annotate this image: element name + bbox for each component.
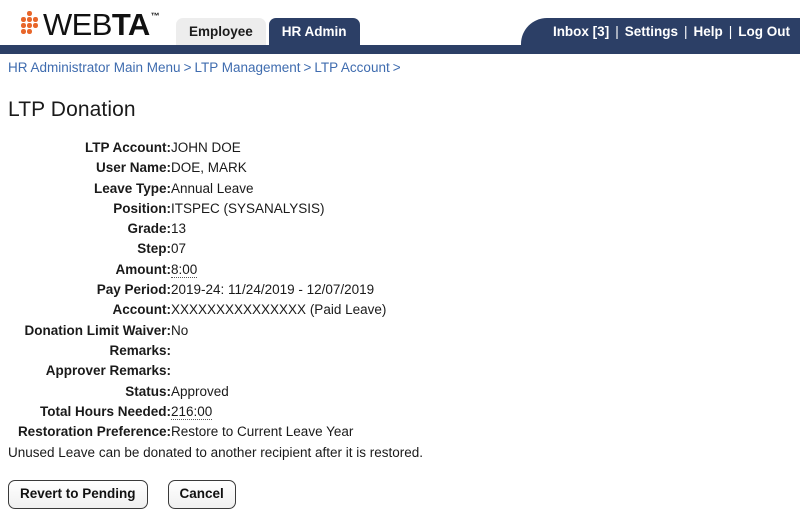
detail-value bbox=[171, 361, 386, 381]
detail-label: Grade: bbox=[127, 221, 171, 237]
detail-value-text: 07 bbox=[171, 241, 187, 257]
detail-label: Status: bbox=[125, 383, 171, 399]
table-row: Amount: 8:00 bbox=[8, 260, 386, 280]
nav-help-link[interactable]: Help bbox=[693, 24, 722, 39]
detail-value-text: No bbox=[171, 322, 189, 338]
detail-value: JOHN DOE bbox=[171, 138, 386, 158]
detail-value-text: 2019-24: 11/24/2019 - 12/07/2019 bbox=[171, 282, 375, 298]
detail-value: Restore to Current Leave Year bbox=[171, 422, 386, 442]
nav-separator: | bbox=[683, 24, 688, 39]
logo-wordmark: WEB TA ™ bbox=[43, 6, 160, 42]
breadcrumb-item-hr-administrator-main-menu[interactable]: HR Administrator Main Menu bbox=[8, 60, 181, 75]
table-row: Pay Period: 2019-24: 11/24/2019 - 12/07/… bbox=[8, 280, 386, 300]
detail-value bbox=[171, 341, 386, 361]
logo-text-web: WEB bbox=[43, 6, 112, 42]
table-row: Remarks: bbox=[8, 341, 386, 361]
page-title: LTP Donation bbox=[8, 98, 136, 121]
revert-to-pending-button[interactable]: Revert to Pending bbox=[8, 480, 148, 510]
restoration-note: Unused Leave can be donated to another r… bbox=[8, 445, 424, 461]
detail-value: 07 bbox=[171, 239, 386, 259]
detail-value-text: Approved bbox=[171, 383, 229, 399]
utility-nav: Inbox [3] | Settings | Help | Log Out bbox=[520, 18, 800, 45]
detail-value: ITSPEC (SYSANALYSIS) bbox=[171, 199, 386, 219]
main-content: LTP Donation LTP Account: JOHN DOE User … bbox=[0, 98, 800, 510]
detail-value-text: 216:00 bbox=[171, 403, 213, 420]
table-row: Leave Type: Annual Leave bbox=[8, 179, 386, 199]
logo-dots-icon bbox=[18, 11, 42, 37]
breadcrumb-separator: > bbox=[303, 60, 312, 75]
detail-label: Pay Period: bbox=[96, 282, 171, 298]
action-button-row: Revert to Pending Cancel bbox=[8, 480, 800, 510]
detail-value-text: XXXXXXXXXXXXXXX (Paid Leave) bbox=[171, 302, 387, 318]
detail-label: Donation Limit Waiver: bbox=[24, 322, 171, 338]
detail-value-text: ITSPEC (SYSANALYSIS) bbox=[171, 200, 325, 216]
breadcrumb: HR Administrator Main Menu > LTP Managemen… bbox=[0, 54, 800, 81]
detail-value: No bbox=[171, 321, 386, 341]
detail-value: 2019-24: 11/24/2019 - 12/07/2019 bbox=[171, 280, 386, 300]
table-row: Grade: 13 bbox=[8, 219, 386, 239]
nav-separator: | bbox=[615, 24, 619, 39]
detail-value: 8:00 bbox=[171, 260, 386, 280]
primary-tabs: Employee HR Admin bbox=[176, 18, 360, 45]
detail-label: Amount: bbox=[115, 261, 171, 277]
tab-employee[interactable]: Employee bbox=[176, 18, 266, 45]
webta-logo: WEB TA ™ bbox=[18, 4, 160, 44]
detail-value: DOE, MARK bbox=[171, 158, 386, 178]
nav-inbox-link[interactable]: Inbox [3] bbox=[553, 24, 609, 39]
cancel-button[interactable]: Cancel bbox=[167, 480, 236, 510]
breadcrumb-separator: > bbox=[183, 60, 192, 75]
detail-value-text: Annual Leave bbox=[171, 180, 254, 196]
table-row: Status: Approved bbox=[8, 382, 386, 402]
detail-value-text: DOE, MARK bbox=[171, 160, 247, 176]
ltp-donation-detail-table: LTP Account: JOHN DOE User Name: DOE, MA… bbox=[8, 138, 386, 442]
logo-trademark-icon: ™ bbox=[150, 10, 160, 21]
detail-label: Leave Type: bbox=[93, 180, 171, 196]
table-row: Donation Limit Waiver: No bbox=[8, 321, 386, 341]
breadcrumb-item-ltp-management[interactable]: LTP Management bbox=[194, 60, 300, 75]
detail-label: Account: bbox=[112, 302, 172, 318]
nav-logout-link[interactable]: Log Out bbox=[738, 24, 790, 39]
detail-label: Total Hours Needed: bbox=[39, 403, 171, 419]
detail-value: XXXXXXXXXXXXXXX (Paid Leave) bbox=[171, 300, 386, 320]
header-accent-bar bbox=[0, 45, 800, 54]
detail-label: Step: bbox=[137, 241, 171, 257]
table-row: LTP Account: JOHN DOE bbox=[8, 138, 386, 158]
detail-label: Remarks: bbox=[109, 342, 171, 358]
tab-hr-admin[interactable]: HR Admin bbox=[268, 18, 360, 45]
detail-label: User Name: bbox=[95, 160, 171, 176]
detail-value: 13 bbox=[171, 219, 386, 239]
table-row: Step: 07 bbox=[8, 239, 386, 259]
detail-label: LTP Account: bbox=[85, 140, 171, 155]
detail-value: Annual Leave bbox=[171, 179, 386, 199]
detail-label: Position: bbox=[113, 200, 171, 216]
table-row: Position: ITSPEC (SYSANALYSIS) bbox=[8, 199, 386, 219]
nav-separator: | bbox=[728, 24, 733, 39]
table-row: Total Hours Needed: 216:00 bbox=[8, 402, 386, 422]
breadcrumb-item-ltp-account[interactable]: LTP Account bbox=[314, 60, 389, 75]
table-row: Account: XXXXXXXXXXXXXXX (Paid Leave) bbox=[8, 300, 387, 320]
nav-settings-link[interactable]: Settings bbox=[625, 24, 678, 39]
table-row: User Name: DOE, MARK bbox=[8, 158, 386, 178]
detail-value-text: 13 bbox=[171, 221, 187, 237]
detail-label: Restoration Preference: bbox=[17, 424, 171, 440]
detail-table-body: LTP Account: JOHN DOE User Name: DOE, MA… bbox=[8, 138, 386, 442]
detail-value-text: JOHN DOE bbox=[171, 140, 241, 155]
detail-value-text: Restore to Current Leave Year bbox=[171, 424, 354, 440]
breadcrumb-separator: > bbox=[392, 60, 401, 75]
table-row: Approver Remarks: bbox=[8, 361, 386, 381]
detail-value-text: 8:00 bbox=[171, 261, 198, 278]
status-badge: Approved bbox=[171, 382, 386, 402]
table-row: Restoration Preference: Restore to Curre… bbox=[8, 422, 386, 442]
detail-label: Approver Remarks: bbox=[45, 363, 171, 379]
logo-text-ta: TA bbox=[111, 6, 150, 42]
page-header: WEB TA ™ Employee HR Admin Inbox [3] | Set… bbox=[0, 0, 800, 45]
detail-value: 216:00 bbox=[171, 402, 386, 422]
